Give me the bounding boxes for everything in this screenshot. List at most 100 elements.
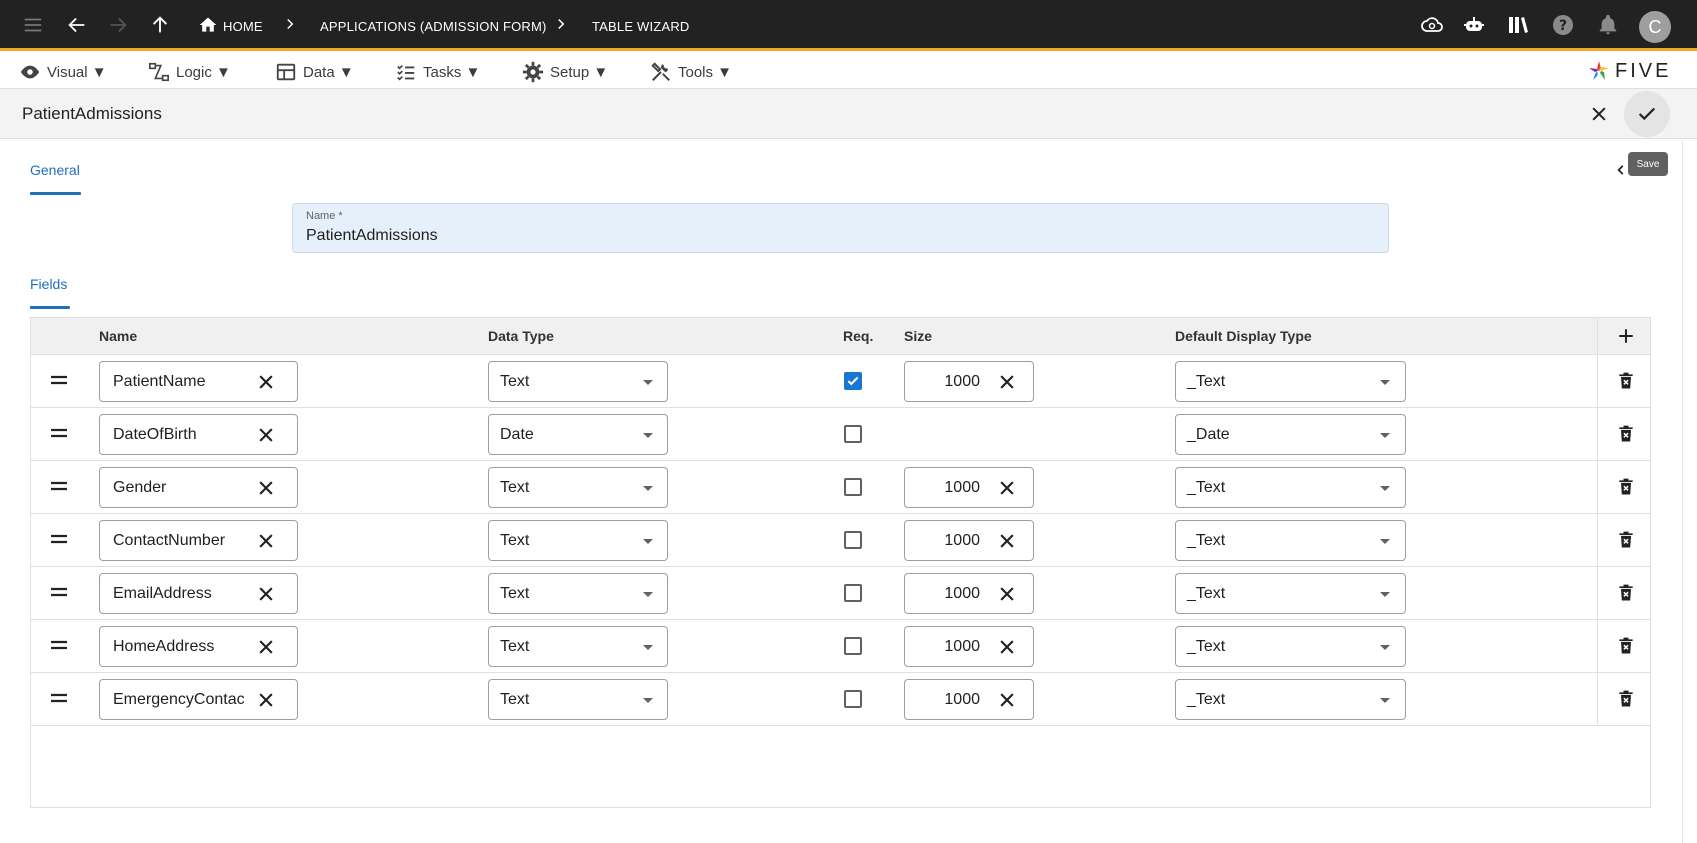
data-type-select[interactable]: Text bbox=[488, 361, 668, 402]
dropdown-caret-icon bbox=[1380, 592, 1390, 597]
required-checkbox[interactable] bbox=[844, 584, 862, 602]
menu-tools[interactable]: Tools ▼ bbox=[650, 61, 732, 83]
field-name-input[interactable]: ContactNumber bbox=[99, 520, 298, 561]
field-name-input[interactable]: EmergencyContac bbox=[99, 679, 298, 720]
back-arrow-icon[interactable] bbox=[65, 13, 89, 37]
dropdown-caret-icon bbox=[1380, 645, 1390, 650]
required-checkbox[interactable] bbox=[844, 478, 862, 496]
delete-row-icon[interactable] bbox=[1616, 477, 1636, 497]
page-scrollbar[interactable] bbox=[1682, 140, 1683, 843]
data-type-select[interactable]: Text bbox=[488, 573, 668, 614]
menu-logic[interactable]: Logic ▼ bbox=[148, 61, 231, 83]
clear-icon[interactable] bbox=[997, 690, 1017, 710]
clear-icon[interactable] bbox=[256, 690, 276, 710]
drag-handle-icon[interactable] bbox=[50, 373, 68, 387]
menu-visual[interactable]: Visual ▼ bbox=[19, 61, 107, 83]
dropdown-caret-icon bbox=[643, 539, 653, 544]
name-field[interactable]: Name * PatientAdmissions bbox=[292, 203, 1389, 253]
drag-handle-icon[interactable] bbox=[50, 532, 68, 546]
display-type-select[interactable]: _Text bbox=[1175, 626, 1406, 667]
tab-general[interactable]: General bbox=[30, 162, 80, 178]
delete-row-icon[interactable] bbox=[1616, 636, 1636, 656]
data-type-select[interactable]: Text bbox=[488, 679, 668, 720]
drag-handle-icon[interactable] bbox=[50, 585, 68, 599]
help-icon[interactable]: ? bbox=[1551, 13, 1575, 37]
size-input[interactable]: 1000 bbox=[904, 679, 1034, 720]
home-icon[interactable] bbox=[196, 13, 220, 37]
required-checkbox[interactable] bbox=[844, 425, 862, 443]
size-value: 1000 bbox=[944, 585, 980, 602]
field-name-input[interactable]: HomeAddress bbox=[99, 626, 298, 667]
required-checkbox[interactable] bbox=[844, 531, 862, 549]
size-input[interactable]: 1000 bbox=[904, 361, 1034, 402]
clear-icon[interactable] bbox=[256, 584, 276, 604]
data-type-select[interactable]: Text bbox=[488, 520, 668, 561]
clear-icon[interactable] bbox=[997, 637, 1017, 657]
required-checkbox[interactable] bbox=[844, 372, 862, 390]
up-arrow-icon[interactable] bbox=[148, 13, 172, 37]
delete-row-icon[interactable] bbox=[1616, 689, 1636, 709]
add-field-button[interactable] bbox=[1614, 324, 1638, 348]
display-type-select[interactable]: _Text bbox=[1175, 679, 1406, 720]
clear-icon[interactable] bbox=[997, 478, 1017, 498]
display-type-value: _Text bbox=[1187, 691, 1226, 708]
hamburger-menu-icon[interactable] bbox=[21, 13, 45, 37]
library-books-icon[interactable] bbox=[1506, 13, 1530, 37]
column-header-size: Size bbox=[904, 328, 933, 344]
menu-setup[interactable]: Setup ▼ bbox=[522, 61, 608, 83]
menu-tasks[interactable]: Tasks ▼ bbox=[395, 61, 480, 83]
forward-arrow-icon[interactable] bbox=[106, 13, 130, 37]
menu-tools-label: Tools ▼ bbox=[678, 63, 733, 81]
display-type-select[interactable]: _Text bbox=[1175, 573, 1406, 614]
clear-icon[interactable] bbox=[997, 531, 1017, 551]
field-name-input[interactable]: Gender bbox=[99, 467, 298, 508]
field-name-value: ContactNumber bbox=[113, 532, 226, 549]
display-type-select[interactable]: _Text bbox=[1175, 361, 1406, 402]
display-type-select[interactable]: _Text bbox=[1175, 520, 1406, 561]
clear-icon[interactable] bbox=[256, 425, 276, 445]
drag-handle-icon[interactable] bbox=[50, 479, 68, 493]
breadcrumb-table-wizard[interactable]: TABLE WIZARD bbox=[592, 19, 690, 34]
dropdown-caret-icon bbox=[643, 592, 653, 597]
notifications-bell-icon[interactable] bbox=[1596, 13, 1620, 37]
field-name-input[interactable]: EmailAddress bbox=[99, 573, 298, 614]
data-type-select[interactable]: Text bbox=[488, 626, 668, 667]
size-input[interactable]: 1000 bbox=[904, 573, 1034, 614]
clear-icon[interactable] bbox=[997, 372, 1017, 392]
cancel-button[interactable] bbox=[1586, 101, 1612, 127]
size-input[interactable]: 1000 bbox=[904, 520, 1034, 561]
cloud-sync-icon[interactable] bbox=[1420, 13, 1444, 37]
drag-handle-icon[interactable] bbox=[50, 691, 68, 705]
chevron-left-icon[interactable] bbox=[1614, 163, 1628, 177]
required-checkbox[interactable] bbox=[844, 637, 862, 655]
delete-row-icon[interactable] bbox=[1616, 530, 1636, 550]
menu-data[interactable]: Data ▼ bbox=[275, 61, 354, 83]
user-avatar[interactable]: C bbox=[1639, 11, 1671, 43]
clear-icon[interactable] bbox=[256, 478, 276, 498]
drag-handle-icon[interactable] bbox=[50, 426, 68, 440]
save-tooltip: Save bbox=[1628, 152, 1668, 176]
chatbot-icon[interactable] bbox=[1462, 13, 1486, 37]
data-type-select[interactable]: Date bbox=[488, 414, 668, 455]
field-name-input[interactable]: DateOfBirth bbox=[99, 414, 298, 455]
delete-row-icon[interactable] bbox=[1616, 424, 1636, 444]
delete-row-icon[interactable] bbox=[1616, 583, 1636, 603]
size-input[interactable]: 1000 bbox=[904, 626, 1034, 667]
tab-fields[interactable]: Fields bbox=[30, 276, 67, 292]
data-type-select[interactable]: Text bbox=[488, 467, 668, 508]
size-input[interactable]: 1000 bbox=[904, 467, 1034, 508]
table-row: DateOfBirth Date _Date bbox=[31, 408, 1650, 461]
clear-icon[interactable] bbox=[997, 584, 1017, 604]
drag-handle-icon[interactable] bbox=[50, 638, 68, 652]
breadcrumb-applications[interactable]: APPLICATIONS (ADMISSION FORM) bbox=[320, 19, 547, 34]
save-button[interactable] bbox=[1624, 91, 1670, 137]
clear-icon[interactable] bbox=[256, 531, 276, 551]
display-type-select[interactable]: _Date bbox=[1175, 414, 1406, 455]
clear-icon[interactable] bbox=[256, 372, 276, 392]
required-checkbox[interactable] bbox=[844, 690, 862, 708]
clear-icon[interactable] bbox=[256, 637, 276, 657]
delete-row-icon[interactable] bbox=[1616, 371, 1636, 391]
field-name-input[interactable]: PatientName bbox=[99, 361, 298, 402]
display-type-select[interactable]: _Text bbox=[1175, 467, 1406, 508]
breadcrumb-home[interactable]: HOME bbox=[223, 19, 263, 34]
